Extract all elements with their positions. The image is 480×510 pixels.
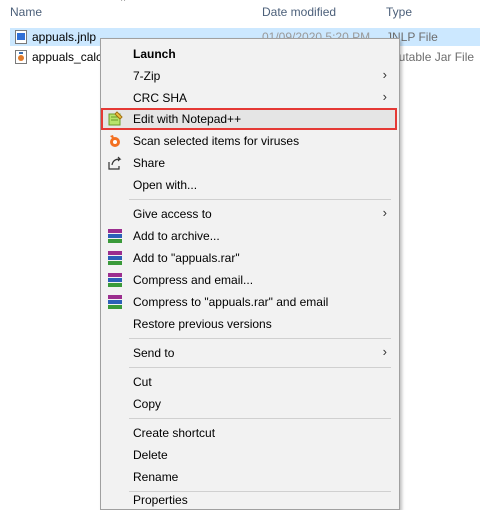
file-name: appuals_calc (32, 50, 103, 64)
menu-item-label: Copy (133, 397, 162, 411)
menu-item-label: Delete (133, 448, 168, 462)
column-name[interactable]: Name (10, 5, 42, 19)
menu-item-scan-viruses[interactable]: Scan selected items for viruses (101, 130, 397, 152)
menu-item-label: Cut (133, 375, 152, 389)
winrar-icon (108, 295, 122, 309)
menu-item-copy[interactable]: Copy (101, 393, 397, 415)
notepad-plus-icon (107, 111, 123, 127)
sort-indicator-icon: ^ (121, 0, 126, 6)
jnlp-file-icon (15, 30, 27, 44)
context-menu: Launch 7-Zip › CRC SHA › Edit with Notep… (100, 38, 400, 510)
menu-item-delete[interactable]: Delete (101, 444, 397, 466)
menu-item-add-archive[interactable]: Add to archive... (101, 225, 397, 247)
menu-item-open-with[interactable]: Open with... (101, 174, 397, 196)
menu-item-add-rar[interactable]: Add to "appuals.rar" (101, 247, 397, 269)
menu-item-label: CRC SHA (133, 91, 188, 105)
avast-icon (107, 133, 123, 149)
menu-item-share[interactable]: Share (101, 152, 397, 174)
menu-item-edit-notepad[interactable]: Edit with Notepad++ (101, 108, 397, 130)
file-name: appuals.jnlp (32, 30, 97, 44)
menu-item-label: Edit with Notepad++ (133, 112, 242, 126)
menu-separator (129, 338, 391, 339)
menu-item-cut[interactable]: Cut (101, 371, 397, 393)
menu-item-label: Open with... (133, 178, 198, 192)
menu-item-compress-email[interactable]: Compress and email... (101, 269, 397, 291)
menu-item-label: 7-Zip (133, 69, 161, 83)
menu-item-label: Give access to (133, 207, 212, 221)
winrar-icon (108, 251, 122, 265)
menu-item-launch[interactable]: Launch (101, 43, 397, 65)
menu-item-properties[interactable]: Properties (101, 485, 397, 507)
menu-item-label: Scan selected items for viruses (133, 134, 300, 148)
menu-item-label: Restore previous versions (133, 317, 272, 331)
jar-file-icon (15, 50, 27, 64)
submenu-arrow-icon: › (382, 344, 387, 359)
submenu-arrow-icon: › (382, 89, 387, 104)
menu-item-restore-versions[interactable]: Restore previous versions (101, 313, 397, 335)
menu-item-compress-rar-email[interactable]: Compress to "appuals.rar" and email (101, 291, 397, 313)
column-header: Name ^ Date modified Type (0, 0, 480, 24)
submenu-arrow-icon: › (382, 205, 387, 220)
menu-item-label: Send to (133, 346, 175, 360)
menu-separator (129, 199, 391, 200)
menu-item-send-to[interactable]: Send to › (101, 342, 397, 364)
menu-item-label: Create shortcut (133, 426, 216, 440)
menu-item-label: Rename (133, 470, 179, 484)
menu-item-crc-sha[interactable]: CRC SHA › (101, 87, 397, 109)
menu-item-label: Launch (133, 47, 176, 61)
menu-item-label: Compress to "appuals.rar" and email (133, 295, 329, 309)
menu-item-label: Add to "appuals.rar" (133, 251, 240, 265)
menu-item-label: Properties (133, 493, 188, 507)
winrar-icon (108, 273, 122, 287)
column-type[interactable]: Type (386, 5, 412, 19)
menu-item-label: Add to archive... (133, 229, 220, 243)
menu-item-give-access[interactable]: Give access to › (101, 203, 397, 225)
menu-separator (129, 418, 391, 419)
column-date-modified[interactable]: Date modified (262, 5, 336, 19)
menu-item-7zip[interactable]: 7-Zip › (101, 65, 397, 87)
menu-item-label: Compress and email... (133, 273, 254, 287)
menu-item-create-shortcut[interactable]: Create shortcut (101, 422, 397, 444)
menu-item-label: Share (133, 156, 166, 170)
share-icon (107, 155, 123, 171)
submenu-arrow-icon: › (382, 67, 387, 82)
winrar-icon (108, 229, 122, 243)
menu-separator (129, 367, 391, 368)
